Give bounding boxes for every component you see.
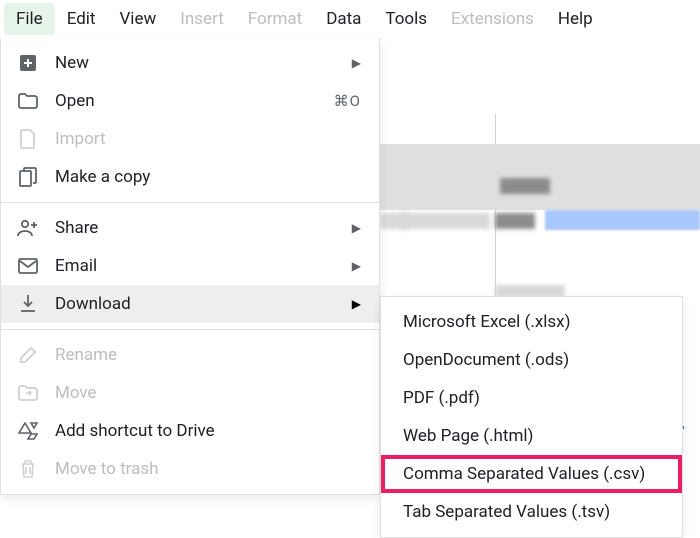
submenu-ods[interactable]: OpenDocument (.ods) <box>381 341 682 379</box>
menu-download-label: Download <box>55 294 352 314</box>
submenu-pdf[interactable]: PDF (.pdf) <box>381 379 682 417</box>
menu-make-copy[interactable]: Make a copy <box>1 158 379 196</box>
submenu-pdf-label: PDF (.pdf) <box>403 388 480 408</box>
plus-box-icon <box>17 52 39 74</box>
menu-download[interactable]: Download ▶ <box>1 285 379 323</box>
menubar-view[interactable]: View <box>107 3 168 35</box>
menu-new[interactable]: New ▶ <box>1 44 379 82</box>
menu-share-label: Share <box>55 218 352 238</box>
menu-email-label: Email <box>55 256 352 276</box>
menu-share[interactable]: Share ▶ <box>1 209 379 247</box>
menu-open-label: Open <box>55 91 334 111</box>
menu-move[interactable]: Move <box>1 374 379 412</box>
menu-separator <box>1 329 379 330</box>
chevron-right-icon: ▶ <box>352 221 361 235</box>
menu-move-label: Move <box>55 383 361 403</box>
menu-trash[interactable]: Move to trash <box>1 450 379 488</box>
submenu-html-label: Web Page (.html) <box>403 426 533 446</box>
menu-new-label: New <box>55 53 352 73</box>
pencil-icon <box>17 344 39 366</box>
menu-make-copy-label: Make a copy <box>55 167 361 187</box>
menu-open[interactable]: Open ⌘O <box>1 82 379 120</box>
chevron-right-icon: ▶ <box>352 297 361 311</box>
menu-import[interactable]: Import <box>1 120 379 158</box>
menubar-insert[interactable]: Insert <box>168 3 236 35</box>
menu-open-shortcut: ⌘O <box>334 92 361 110</box>
drive-shortcut-icon <box>17 420 39 442</box>
menu-add-shortcut[interactable]: Add shortcut to Drive <box>1 412 379 450</box>
menu-rename-label: Rename <box>55 345 361 365</box>
menu-add-shortcut-label: Add shortcut to Drive <box>55 421 361 441</box>
person-plus-icon <box>17 217 39 239</box>
menu-separator <box>1 202 379 203</box>
menubar-help[interactable]: Help <box>546 3 605 35</box>
folder-icon <box>17 90 39 112</box>
chevron-right-icon: ▶ <box>352 259 361 273</box>
menu-trash-label: Move to trash <box>55 459 361 479</box>
file-menu: New ▶ Open ⌘O Import Make a copy Share ▶… <box>0 38 380 495</box>
download-icon <box>17 293 39 315</box>
trash-icon <box>17 458 39 480</box>
file-icon <box>17 128 39 150</box>
menubar-extensions[interactable]: Extensions <box>439 3 546 35</box>
menu-import-label: Import <box>55 129 361 149</box>
submenu-xlsx[interactable]: Microsoft Excel (.xlsx) <box>381 303 682 341</box>
envelope-icon <box>17 255 39 277</box>
menubar: File Edit View Insert Format Data Tools … <box>0 0 700 38</box>
menubar-tools[interactable]: Tools <box>373 3 439 35</box>
submenu-tsv-label: Tab Separated Values (.tsv) <box>403 502 610 522</box>
menu-rename[interactable]: Rename <box>1 336 379 374</box>
menubar-format[interactable]: Format <box>236 3 314 35</box>
submenu-html[interactable]: Web Page (.html) <box>381 417 682 455</box>
submenu-csv-label: Comma Separated Values (.csv) <box>403 464 645 484</box>
submenu-ods-label: OpenDocument (.ods) <box>403 350 569 370</box>
copy-icon <box>17 166 39 188</box>
menubar-file[interactable]: File <box>4 3 55 35</box>
download-submenu: Microsoft Excel (.xlsx) OpenDocument (.o… <box>380 296 683 538</box>
submenu-xlsx-label: Microsoft Excel (.xlsx) <box>403 312 571 332</box>
chevron-right-icon: ▶ <box>352 56 361 70</box>
menu-email[interactable]: Email ▶ <box>1 247 379 285</box>
menubar-data[interactable]: Data <box>314 3 373 35</box>
folder-move-icon <box>17 382 39 404</box>
submenu-tsv[interactable]: Tab Separated Values (.tsv) <box>381 493 682 531</box>
submenu-csv[interactable]: Comma Separated Values (.csv) <box>381 455 682 493</box>
menubar-edit[interactable]: Edit <box>55 3 108 35</box>
